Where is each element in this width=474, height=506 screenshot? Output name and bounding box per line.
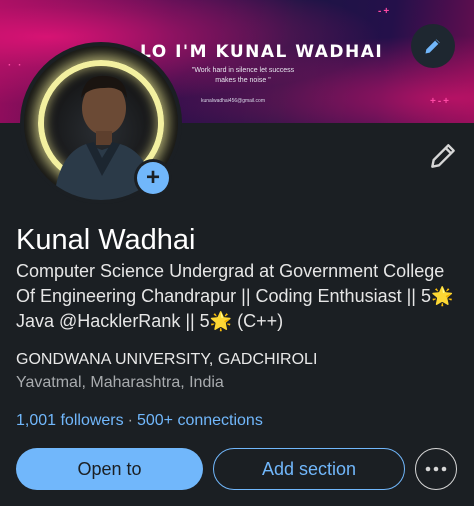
followers-link[interactable]: 1,001 followers	[16, 412, 124, 429]
pencil-icon	[425, 39, 440, 54]
separator: ·	[127, 412, 133, 429]
more-button[interactable]	[415, 448, 457, 490]
more-horizontal-icon	[425, 466, 447, 472]
profile-headline: Computer Science Undergrad at Government…	[16, 261, 454, 331]
plus-icon: +	[137, 162, 169, 194]
network-stats: 1,001 followers · 500+ connections	[16, 412, 263, 430]
open-to-button[interactable]: Open to	[16, 448, 203, 490]
banner-decoration: · ·	[8, 60, 24, 71]
profile-education[interactable]: GONDWANA UNIVERSITY, GADCHIROLI	[16, 351, 317, 369]
banner-decoration: +-+	[430, 96, 452, 107]
banner-email: kunalwadhai456@gmail.com	[201, 98, 265, 104]
edit-banner-button[interactable]	[411, 24, 455, 68]
banner-quote: "Work hard in silence let success makes …	[191, 67, 295, 84]
add-section-button[interactable]: Add section	[213, 448, 405, 490]
edit-profile-button[interactable]	[427, 140, 459, 172]
pencil-icon	[431, 144, 455, 168]
add-photo-button[interactable]: +	[134, 159, 172, 197]
profile-name: Kunal Wadhai	[16, 224, 196, 256]
banner-decoration: -+	[378, 6, 392, 17]
profile-location: Yavatmal, Maharashtra, India	[16, 374, 224, 391]
connections-link[interactable]: 500+ connections	[137, 412, 263, 429]
